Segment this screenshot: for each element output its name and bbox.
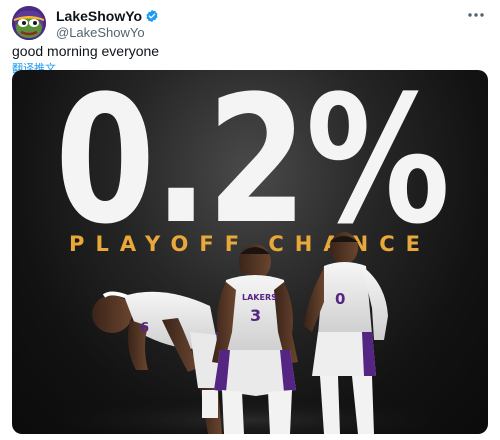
handle[interactable]: @LakeShowYo: [56, 25, 159, 40]
center-player-number: 3: [250, 306, 261, 325]
left-player-number: 6: [140, 321, 149, 336]
more-options-icon[interactable]: [466, 8, 486, 22]
tweet-header: LakeShowYo @LakeShowYo: [12, 6, 488, 40]
pepe-avatar-icon: [12, 6, 46, 40]
tweet-media-image[interactable]: 0.2% PLAYOFF CHANCE 6 LAKERS 3 0: [12, 70, 488, 434]
display-name[interactable]: LakeShowYo: [56, 8, 142, 24]
tweet-author: LakeShowYo @LakeShowYo: [56, 7, 159, 40]
avatar[interactable]: [12, 6, 46, 40]
tweet-text: good morning everyone: [12, 43, 160, 59]
jersey-wordmark: LAKERS: [242, 293, 277, 302]
players-illustration: 6 LAKERS 3 0: [20, 232, 480, 434]
right-player-number: 0: [335, 290, 345, 308]
verified-badge-icon: [145, 9, 159, 23]
